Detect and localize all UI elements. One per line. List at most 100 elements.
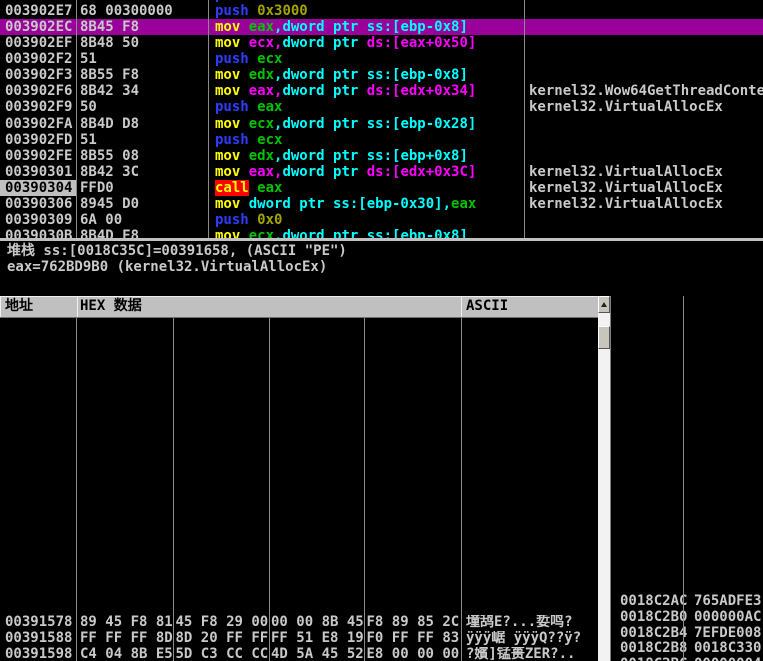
dump-hex-group: 00 00 8B 45	[271, 615, 364, 631]
hex-group-divider	[364, 318, 365, 661]
instruction-comment: kernel32.VirtualAllocEx	[529, 180, 763, 196]
instruction-text: mov eax,dword ptr ds:[edx+0x3C]	[215, 164, 476, 180]
dump-hex-group: E8 00 00 00	[367, 647, 460, 661]
instruction-address: 00390304	[5, 180, 72, 196]
instruction-text: mov ecx,dword ptr ss:[ebp-0x8]	[215, 228, 468, 238]
instruction-address: 003902F2	[5, 51, 72, 67]
instruction-opcodes: 51	[80, 132, 97, 148]
instruction-opcodes: 8B55 08	[80, 148, 139, 164]
instruction-address: 003902F6	[5, 83, 72, 99]
disasm-row[interactable]: 003902F38B55 F8mov edx,dword ptr ss:[ebp…	[0, 67, 763, 83]
disasm-row[interactable]: 003902F68B42 34mov eax,dword ptr ds:[edx…	[0, 83, 763, 99]
instruction-text: mov ecx,dword ptr ss:[ebp-0x28]	[215, 116, 476, 132]
dump-row[interactable]: 00391578 89 45 F8 8145 F8 29 0000 00 8B 4…	[0, 615, 598, 631]
dump-ascii: 墥鸹E?...娎鸣?	[466, 615, 597, 631]
dump-ascii: ?嬪]锰蒉ZER?..	[466, 647, 597, 661]
instruction-text: mov edx,dword ptr ss:[ebp-0x8]	[215, 67, 468, 83]
instruction-opcodes: 50	[80, 99, 97, 115]
stack-row[interactable]: 0018C2B4 7EFDE008	[611, 626, 763, 642]
disasm-row[interactable]: 00390301 8B42 3C mov eax,dword ptr ds:[edx…	[0, 164, 763, 180]
dump-scrollbar[interactable]	[598, 296, 611, 661]
info-line-1: 堆栈 ss:[0018C35C]=00391658, (ASCII "PE")	[7, 244, 347, 259]
dump-hex-group: 89 45 F8 81	[80, 615, 173, 631]
instruction-text: push eax	[215, 99, 282, 115]
disasm-row[interactable]: 00390306 8945 D0 mov dword ptr ss:[ebp-0x3…	[0, 196, 763, 212]
column-divider	[461, 318, 462, 661]
disasm-row[interactable]: 003902F2 51 push ecx	[0, 51, 763, 67]
dump-header-hex: HEX 数据	[77, 296, 464, 318]
disasm-row[interactable]: 003902FD 51 push ecx	[0, 132, 763, 148]
instruction-address: 0039030B	[5, 228, 72, 238]
disasm-row[interactable]: 003902E768 00300000push 0x3000	[0, 3, 763, 19]
instruction-opcodes: 8B42 3C	[80, 164, 139, 180]
instruction-address: 00390309	[5, 212, 72, 228]
scroll-up-icon	[601, 302, 607, 307]
instruction-text: call eax	[215, 180, 282, 196]
instruction-comment: kernel32.Wow64GetThreadContext	[529, 83, 763, 99]
instruction-address: 003902F9	[5, 99, 72, 115]
instruction-opcodes: 51	[80, 51, 97, 67]
info-line-2: eax=762BD9B0 (kernel32.VirtualAllocEx)	[7, 260, 327, 275]
instruction-address: 00390301	[5, 164, 72, 180]
instruction-address: 003902FE	[5, 148, 72, 164]
instruction-address: 00390306	[5, 196, 72, 212]
disasm-row[interactable]: 003902EC8B45 F8mov eax,dword ptr ss:[ebp…	[0, 19, 763, 35]
dump-hex-group: 45 F8 29 00	[176, 615, 269, 631]
dump-row[interactable]: 00391598C4 04 8B E55D C3 CC CC4D 5A 45 5…	[0, 647, 598, 661]
hex-group-divider	[269, 318, 270, 661]
debugger-window: push003902E768 00300000push 0x3000003902…	[0, 0, 763, 661]
instruction-address: 003902FD	[5, 132, 72, 148]
dump-header-ascii: ASCII	[461, 296, 598, 318]
instruction-address: 003902FA	[5, 116, 72, 132]
instruction-opcodes: FFD0	[80, 180, 114, 196]
disasm-row[interactable]: 003903096A 00push 0x0	[0, 212, 763, 228]
pane-divider	[0, 238, 763, 241]
disasm-row[interactable]: 003902F950push eaxkernel32.VirtualAllocE…	[0, 99, 763, 115]
stack-row[interactable]: 0018C2B0 000000AC	[611, 610, 763, 626]
instruction-text: mov dword ptr ss:[ebp-0x30],eax	[215, 196, 476, 212]
column-divider	[683, 296, 684, 661]
stack-row[interactable]: 0018C2B8 0018C330	[611, 641, 763, 657]
instruction-opcodes: 8B4D D8	[80, 116, 139, 132]
stack-address: 0018C2B4	[620, 626, 687, 642]
stack-value: 765ADFE3	[694, 594, 761, 610]
hex-group-divider	[173, 318, 174, 661]
instruction-opcodes: 8B55 F8	[80, 67, 139, 83]
info-pane[interactable]: 堆栈 ss:[0018C35C]=00391658, (ASCII "PE") …	[0, 241, 763, 296]
instruction-opcodes: 8B4D F8	[80, 228, 139, 238]
instruction-opcodes: 8945 D0	[80, 196, 139, 212]
instruction-text: mov edx,dword ptr ss:[ebp+0x8]	[215, 148, 468, 164]
scroll-up-button[interactable]	[598, 296, 610, 313]
instruction-opcodes: 8B45 F8	[80, 19, 139, 35]
stack-value: 0018C330	[694, 641, 761, 657]
dump-row[interactable]: 00391588FF FF FF 8D8D 20 FF FFFF 51 E8 1…	[0, 631, 598, 647]
stack-row[interactable]: 0018C2AC765ADFE3	[611, 594, 763, 610]
stack-row[interactable]: 0018C2BC00000004	[611, 657, 763, 661]
disassembly-pane: push003902E768 00300000push 0x3000003902…	[0, 0, 763, 238]
scrollbar-thumb[interactable]	[598, 326, 610, 349]
stack-address: 0018C2B0	[620, 610, 687, 626]
disasm-row[interactable]: 003902FE 8B55 08 mov edx,dword ptr ss:[ebp…	[0, 148, 763, 164]
disasm-row[interactable]: 00390304 FFD0 call eax kernel32.VirtualAllo…	[0, 180, 763, 196]
dump-hex-group: 8D 20 FF FF	[176, 631, 269, 647]
stack-value: 000000AC	[694, 610, 761, 626]
dump-address: 00391578	[5, 615, 72, 631]
stack-address: 0018C2B8	[620, 641, 687, 657]
instruction-address: 003902EC	[5, 19, 72, 35]
stack-value: 7EFDE008	[694, 626, 761, 642]
dump-hex-group: F8 89 85 2C	[367, 615, 460, 631]
instruction-comment: kernel32.VirtualAllocEx	[529, 164, 763, 180]
disasm-row[interactable]: 003902EF8B48 50mov ecx,dword ptr ds:[eax…	[0, 35, 763, 51]
dump-address: 00391588	[5, 631, 72, 647]
disasm-row[interactable]: 0039030B 8B4D F8 mov ecx,dword ptr ss:[ebp…	[0, 228, 763, 238]
instruction-text: mov eax,dword ptr ds:[edx+0x34]	[215, 83, 476, 99]
instruction-text: push ecx	[215, 132, 282, 148]
instruction-text: push ecx	[215, 51, 282, 67]
dump-hex-group: 5D C3 CC CC	[176, 647, 269, 661]
stack-value: 00000004	[694, 657, 761, 661]
instruction-opcodes: 68 00300000	[80, 3, 173, 19]
instruction-opcodes: 8B48 50	[80, 35, 139, 51]
instruction-opcodes: 6A 00	[80, 212, 122, 228]
column-divider	[76, 0, 77, 238]
disasm-row[interactable]: 003902FA 8B4D D8 mov ecx,dword ptr ss:[ebp…	[0, 116, 763, 132]
